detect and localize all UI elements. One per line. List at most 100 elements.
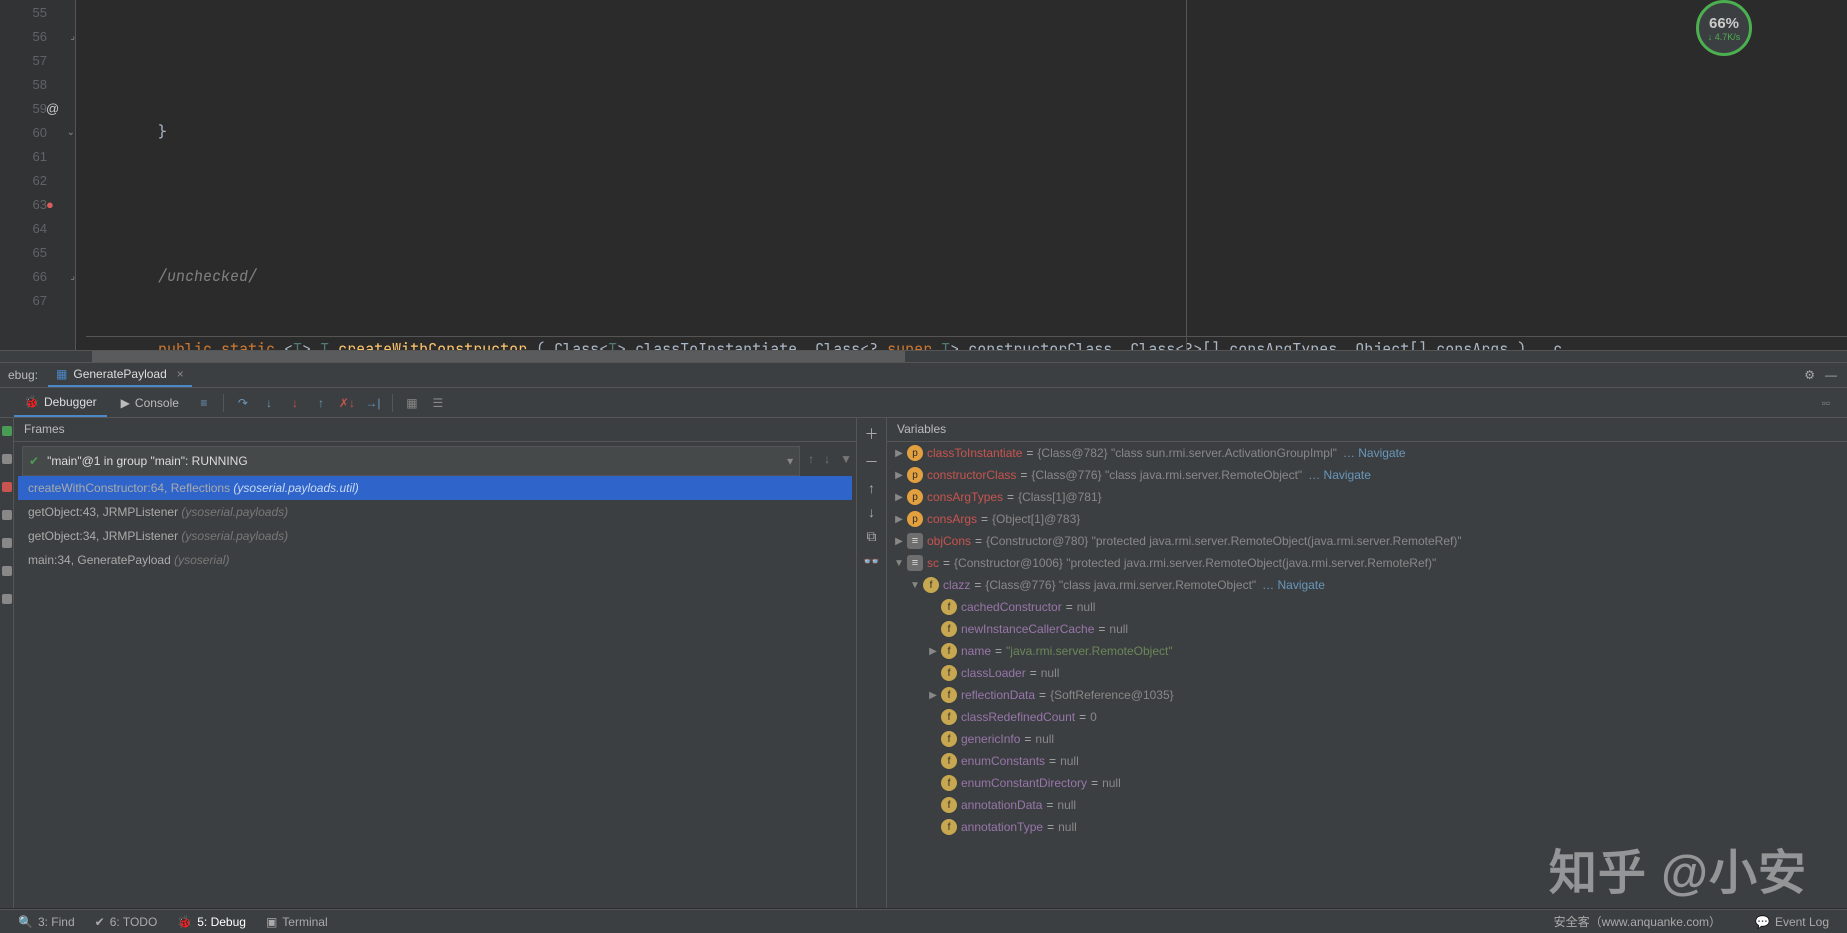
- variable-row[interactable]: ▶fenumConstants = null: [887, 750, 1847, 772]
- remove-watch-icon[interactable]: －: [865, 452, 879, 472]
- settings-icon[interactable]: ⚙: [1804, 368, 1815, 382]
- terminal-tool[interactable]: ▣Terminal: [256, 915, 338, 929]
- frames-list[interactable]: createWithConstructor:64, Reflections (y…: [14, 476, 856, 572]
- view-breakpoints-icon[interactable]: [2, 510, 12, 520]
- minimize-icon[interactable]: —: [1825, 368, 1837, 382]
- expand-icon[interactable]: ▶: [925, 690, 941, 701]
- variable-row[interactable]: ▶fannotationType = null: [887, 816, 1847, 838]
- variable-row[interactable]: ▶fclassLoader = null: [887, 662, 1847, 684]
- fold-end-icon[interactable]: ⌟: [70, 271, 75, 282]
- status-bar: 🔍3: Find ✔6: TODO 🐞5: Debug ▣Terminal 安全…: [0, 909, 1847, 933]
- variable-row[interactable]: ▶pconsArgs = {Object[1]@783}: [887, 508, 1847, 530]
- tab-close-icon[interactable]: ×: [177, 367, 184, 381]
- next-frame-icon[interactable]: ↓: [824, 452, 830, 466]
- stack-frame[interactable]: getObject:34, JRMPListener (ysoserial.pa…: [18, 524, 852, 548]
- line-number: 63●: [0, 192, 75, 216]
- thread-label: "main"@1 in group "main": RUNNING: [47, 454, 779, 468]
- line-number: 66⌟: [0, 264, 75, 288]
- event-icon: 💬: [1755, 915, 1770, 929]
- code-content[interactable]: } /unchecked/ public static <T> T create…: [76, 0, 1847, 350]
- stop-icon[interactable]: [2, 482, 12, 492]
- variable-row[interactable]: ▶fnewInstanceCallerCache = null: [887, 618, 1847, 640]
- variable-row[interactable]: ▶fcachedConstructor = null: [887, 596, 1847, 618]
- drop-frame-icon[interactable]: ✗↓: [336, 392, 358, 414]
- variable-row[interactable]: ▶fgenericInfo = null: [887, 728, 1847, 750]
- trace-icon[interactable]: ☰: [427, 392, 449, 414]
- expand-icon[interactable]: ▶: [891, 514, 907, 525]
- pause-icon[interactable]: [2, 454, 12, 464]
- glasses-icon[interactable]: 👓: [863, 553, 880, 570]
- horizontal-scrollbar[interactable]: [0, 350, 1847, 362]
- force-step-into-icon[interactable]: ↓: [284, 392, 306, 414]
- variable-row[interactable]: ▼fclazz = {Class@776} "class java.rmi.se…: [887, 574, 1847, 596]
- layout-icon[interactable]: ▫▫: [1815, 392, 1837, 414]
- stack-frame[interactable]: main:34, GeneratePayload (ysoserial): [18, 548, 852, 572]
- event-log-tool[interactable]: 💬Event Log: [1745, 913, 1839, 930]
- variable-row[interactable]: ▶pclassToInstantiate = {Class@782} "clas…: [887, 442, 1847, 464]
- expand-icon[interactable]: ▶: [891, 448, 907, 459]
- move-up-icon[interactable]: ↑: [868, 480, 875, 496]
- debug-label: ebug:: [8, 368, 38, 382]
- dropdown-icon[interactable]: ▾: [787, 454, 793, 468]
- more2-icon[interactable]: [2, 594, 12, 604]
- variable-row[interactable]: ▶pconstructorClass = {Class@776} "class …: [887, 464, 1847, 486]
- expand-icon[interactable]: ▶: [891, 470, 907, 481]
- thread-selector[interactable]: ✔ "main"@1 in group "main": RUNNING ▾: [22, 446, 800, 476]
- threads-icon[interactable]: ≡: [193, 392, 215, 414]
- variable-row[interactable]: ▶fenumConstantDirectory = null: [887, 772, 1847, 794]
- fold-start-icon[interactable]: ⌄: [67, 127, 75, 138]
- variable-row[interactable]: ▶freflectionData = {SoftReference@1035}: [887, 684, 1847, 706]
- variable-row[interactable]: ▶fclassRedefinedCount = 0: [887, 706, 1847, 728]
- navigate-link[interactable]: … Navigate: [1262, 578, 1325, 592]
- performance-badge[interactable]: 66% ↓ 4.7K/s: [1696, 0, 1752, 56]
- run-config-tab[interactable]: ▦ GeneratePayload ×: [48, 363, 192, 387]
- console-tab[interactable]: ▶Console: [111, 390, 189, 416]
- expand-icon[interactable]: ▶: [891, 536, 907, 547]
- todo-tool[interactable]: ✔6: TODO: [85, 915, 168, 929]
- add-watch-icon[interactable]: ＋: [865, 424, 879, 444]
- debug-tool[interactable]: 🐞5: Debug: [167, 915, 256, 929]
- mute-breakpoints-icon[interactable]: [2, 538, 12, 548]
- field-icon: f: [923, 577, 939, 593]
- variable-row[interactable]: ▶fannotationData = null: [887, 794, 1847, 816]
- line-number: 58: [0, 72, 75, 96]
- find-tool[interactable]: 🔍3: Find: [8, 915, 85, 929]
- stack-frame[interactable]: getObject:43, JRMPListener (ysoserial.pa…: [18, 500, 852, 524]
- line-number: 67: [0, 288, 75, 312]
- field-icon: f: [941, 797, 957, 813]
- frames-panel: Frames ✔ "main"@1 in group "main": RUNNI…: [14, 418, 857, 908]
- right-margin-indicator: [1186, 0, 1187, 350]
- step-into-icon[interactable]: ↓: [258, 392, 280, 414]
- variables-tree[interactable]: ▶pclassToInstantiate = {Class@782} "clas…: [887, 442, 1847, 838]
- fold-end-icon[interactable]: ⌟: [70, 31, 75, 42]
- bug-icon: 🐞: [177, 915, 192, 929]
- copy-icon[interactable]: ⧉: [867, 528, 877, 545]
- navigate-link[interactable]: … Navigate: [1343, 446, 1406, 460]
- more-icon[interactable]: [2, 566, 12, 576]
- variable-row[interactable]: ▶fname = "java.rmi.server.RemoteObject": [887, 640, 1847, 662]
- debug-tool-window-header: ebug: ▦ GeneratePayload × ⚙ —: [0, 362, 1847, 388]
- expand-icon[interactable]: ▼: [907, 580, 923, 591]
- step-over-icon[interactable]: ↷: [232, 392, 254, 414]
- line-number: 56⌟: [0, 24, 75, 48]
- check-icon: ✔: [29, 454, 39, 468]
- move-down-icon[interactable]: ↓: [868, 504, 875, 520]
- step-out-icon[interactable]: ↑: [310, 392, 332, 414]
- evaluate-icon[interactable]: ▦: [401, 392, 423, 414]
- expand-icon[interactable]: ▶: [891, 492, 907, 503]
- debugger-tab[interactable]: 🐞Debugger: [14, 389, 107, 417]
- terminal-icon: ▣: [266, 915, 277, 929]
- resume-icon[interactable]: [2, 426, 12, 436]
- variable-row[interactable]: ▶≡objCons = {Constructor@780} "protected…: [887, 530, 1847, 552]
- field-icon: f: [941, 621, 957, 637]
- expand-icon[interactable]: ▼: [891, 558, 907, 569]
- navigate-link[interactable]: … Navigate: [1308, 468, 1371, 482]
- prev-frame-icon[interactable]: ↑: [808, 452, 814, 466]
- stack-frame[interactable]: createWithConstructor:64, Reflections (y…: [18, 476, 852, 500]
- expand-icon[interactable]: ▶: [925, 646, 941, 657]
- run-to-cursor-icon[interactable]: →|: [362, 392, 384, 414]
- filter-icon[interactable]: ▼: [840, 452, 852, 466]
- breakpoint-icon[interactable]: ●: [46, 197, 54, 212]
- variable-row[interactable]: ▶pconsArgTypes = {Class[1]@781}: [887, 486, 1847, 508]
- variable-row[interactable]: ▼≡sc = {Constructor@1006} "protected jav…: [887, 552, 1847, 574]
